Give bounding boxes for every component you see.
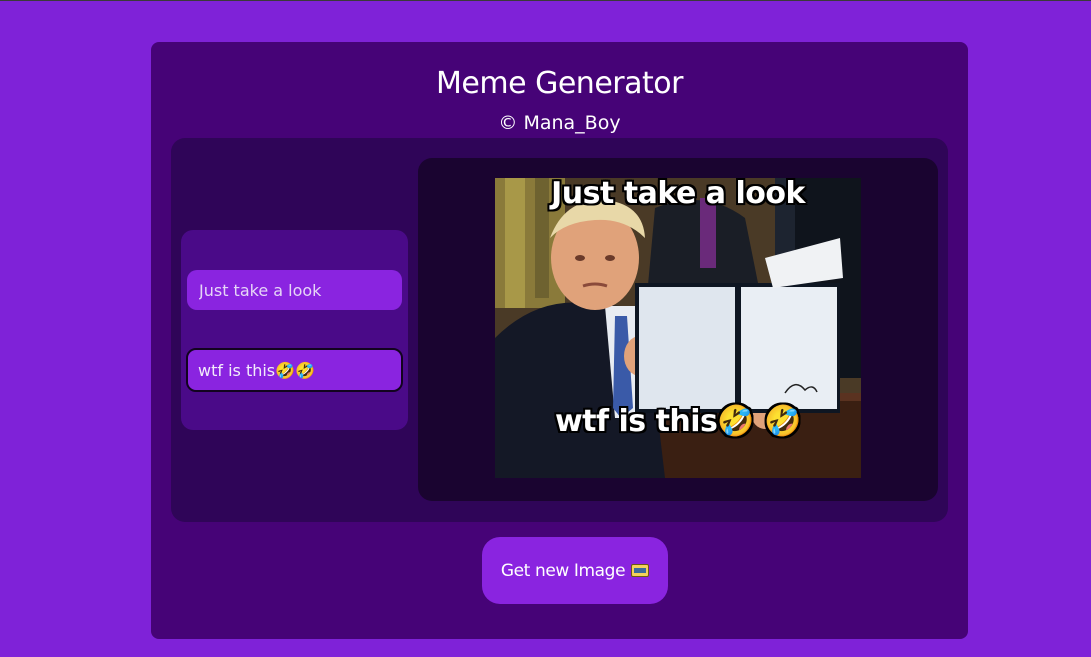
meme-bottom-caption: wtf is this🤣 🤣 xyxy=(554,404,802,439)
meme-workspace: Just take a look wtf is this🤣 🤣 xyxy=(171,138,948,522)
get-new-image-label: Get new Image xyxy=(500,560,626,581)
top-text-input[interactable] xyxy=(187,270,402,310)
get-new-image-button[interactable]: Get new Image xyxy=(482,537,668,604)
author-credit: © Mana_Boy xyxy=(498,112,621,134)
bottom-text-input[interactable] xyxy=(186,348,403,392)
meme-preview-panel: Just take a look wtf is this🤣 🤣 xyxy=(418,158,938,501)
page-title: Meme Generator xyxy=(436,66,683,101)
window-top-border xyxy=(0,0,1091,1)
text-inputs-panel xyxy=(181,230,408,430)
meme-generator-card: Meme Generator © Mana_Boy Just take a lo… xyxy=(151,42,968,639)
framed-picture-icon xyxy=(631,564,650,577)
meme-image: Just take a look wtf is this🤣 🤣 xyxy=(495,178,861,478)
meme-top-caption: Just take a look xyxy=(551,178,805,211)
